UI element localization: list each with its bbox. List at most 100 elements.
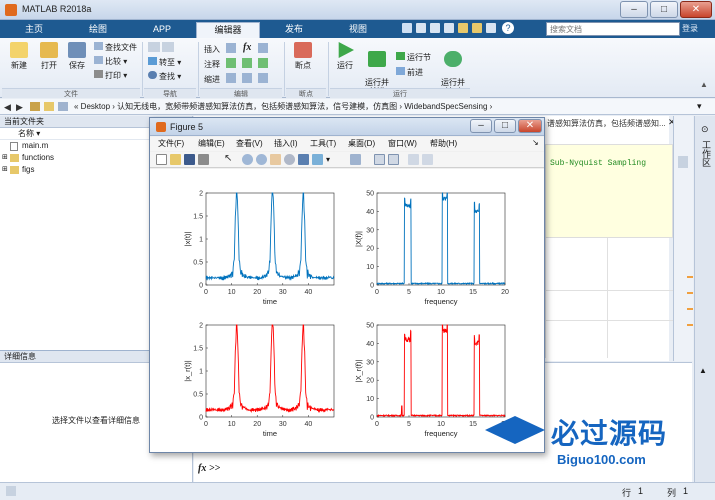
brush-dropdown-icon[interactable]: ▾ bbox=[326, 154, 337, 165]
run-button[interactable]: 运行 bbox=[332, 42, 358, 71]
rotate-3d-icon[interactable] bbox=[284, 154, 295, 165]
code-line: Sub-Nyquist Sampling bbox=[550, 159, 647, 168]
link-plot-icon[interactable] bbox=[350, 154, 361, 165]
menu-window[interactable]: 窗口(W) bbox=[388, 138, 417, 149]
figure-window[interactable]: Figure 5 – □ ✕ 文件(F) 编辑(E) 查看(V) 插入(I) 工… bbox=[149, 117, 545, 453]
run-section-button[interactable]: 运行节 bbox=[396, 52, 431, 63]
menu-view[interactable]: 查看(V) bbox=[236, 138, 263, 149]
copy-icon[interactable] bbox=[430, 23, 440, 33]
back-arrow-icon[interactable]: ◀ bbox=[4, 102, 11, 113]
workspace-tab-label[interactable]: 工作区 bbox=[700, 140, 711, 167]
compare-button[interactable]: 比较 ▾ bbox=[94, 56, 127, 67]
panel-menu-icon[interactable]: ⊙ bbox=[701, 124, 709, 135]
show-plot-tools-icon[interactable] bbox=[422, 154, 433, 165]
open-file-icon[interactable] bbox=[170, 154, 181, 165]
brush-icon[interactable] bbox=[312, 154, 323, 165]
insert-button[interactable]: 插入 bbox=[204, 44, 220, 55]
y-tick-label: 1 bbox=[199, 237, 203, 244]
y-tick-label: 40 bbox=[366, 341, 374, 348]
maximize-button[interactable]: □ bbox=[650, 1, 678, 18]
insert-section-icon[interactable] bbox=[226, 43, 236, 53]
undo-icon[interactable] bbox=[458, 23, 468, 33]
command-prompt[interactable]: fx >> bbox=[198, 463, 220, 474]
open-button[interactable]: 打开 bbox=[36, 42, 62, 71]
insert-colorbar-icon[interactable] bbox=[374, 154, 385, 165]
tab-plots[interactable]: 绘图 bbox=[68, 20, 128, 38]
data-cursor-icon[interactable] bbox=[298, 154, 309, 165]
collapse-ribbon-icon[interactable]: ▲ bbox=[700, 80, 708, 89]
back-nav-icon[interactable] bbox=[148, 42, 160, 52]
zoom-in-icon[interactable] bbox=[242, 154, 253, 165]
cut-icon[interactable] bbox=[416, 23, 426, 33]
find-files-button[interactable]: 查找文件 bbox=[94, 42, 137, 53]
save-icon[interactable] bbox=[402, 23, 412, 33]
new-button[interactable]: 新建 bbox=[6, 42, 32, 71]
find-button[interactable]: 查找 ▾ bbox=[148, 71, 181, 82]
save-button[interactable]: 保存 bbox=[64, 42, 90, 71]
print-figure-icon[interactable] bbox=[198, 154, 209, 165]
decrease-indent-icon[interactable] bbox=[258, 73, 268, 83]
insert-table-icon[interactable] bbox=[258, 43, 268, 53]
goto-button[interactable]: 转至 ▾ bbox=[148, 57, 181, 68]
expand-plus-icon[interactable]: ⊞ bbox=[2, 164, 8, 176]
breakpoints-button[interactable]: 断点 bbox=[290, 42, 316, 71]
new-figure-icon[interactable] bbox=[156, 154, 167, 165]
scrollbar-thumb[interactable] bbox=[678, 156, 688, 168]
forward-arrow-icon[interactable]: ▶ bbox=[16, 102, 23, 113]
help-icon[interactable]: ? bbox=[502, 22, 514, 34]
zoom-out-icon[interactable] bbox=[256, 154, 267, 165]
paste-icon[interactable] bbox=[444, 23, 454, 33]
tab-view[interactable]: 视图 bbox=[328, 20, 388, 38]
current-path[interactable]: « Desktop › 认知无线电，宽频带频谱感知算法仿真，包括频谱感知算法，信… bbox=[74, 101, 492, 112]
comment-percent-icon[interactable] bbox=[226, 58, 236, 68]
folder-icon bbox=[10, 154, 19, 162]
figure-title: Figure 5 bbox=[170, 122, 204, 132]
folder-menu-icon[interactable] bbox=[58, 102, 68, 111]
wrap-comment-icon[interactable] bbox=[258, 58, 268, 68]
menu-tools[interactable]: 工具(T) bbox=[310, 138, 336, 149]
tab-publish[interactable]: 发布 bbox=[264, 20, 324, 38]
smart-indent-icon[interactable] bbox=[226, 73, 236, 83]
code-cell[interactable]: Sub-Nyquist Sampling bbox=[545, 144, 673, 238]
forward-nav-icon[interactable] bbox=[162, 42, 174, 52]
print-button[interactable]: 打印 ▾ bbox=[94, 70, 127, 81]
minimize-button[interactable]: – bbox=[620, 1, 648, 18]
editor-vertical-scrollbar[interactable] bbox=[673, 116, 693, 361]
expand-plus-icon[interactable]: ⊞ bbox=[2, 152, 8, 164]
tab-apps[interactable]: APP bbox=[132, 20, 192, 38]
up-folder-icon[interactable] bbox=[30, 102, 40, 111]
login-link[interactable]: 登录 bbox=[682, 22, 712, 36]
browse-folder-icon[interactable] bbox=[44, 102, 54, 111]
figure-maximize-button[interactable]: □ bbox=[494, 119, 516, 133]
menubar-overflow-icon[interactable]: ↘ bbox=[532, 138, 539, 147]
search-docs-input[interactable]: 搜索文档 bbox=[546, 22, 680, 36]
tab-home[interactable]: 主页 bbox=[4, 20, 64, 38]
hide-plot-tools-icon[interactable] bbox=[408, 154, 419, 165]
menu-help[interactable]: 帮助(H) bbox=[430, 138, 457, 149]
figure-minimize-button[interactable]: – bbox=[470, 119, 492, 133]
increase-indent-icon[interactable] bbox=[242, 73, 252, 83]
switch-windows-icon[interactable] bbox=[486, 23, 496, 33]
advance-button[interactable]: 前进 bbox=[396, 67, 423, 78]
uncomment-icon[interactable] bbox=[242, 58, 252, 68]
menu-insert[interactable]: 插入(I) bbox=[274, 138, 298, 149]
redo-icon[interactable] bbox=[472, 23, 482, 33]
close-button[interactable]: ✕ bbox=[680, 1, 712, 18]
cmd-scroll-up-icon[interactable]: ▲ bbox=[699, 366, 707, 375]
pointer-icon[interactable]: ↖ bbox=[224, 154, 235, 165]
insert-legend-icon[interactable] bbox=[388, 154, 399, 165]
pan-hand-icon[interactable] bbox=[270, 154, 281, 165]
menu-desktop[interactable]: 桌面(D) bbox=[348, 138, 375, 149]
indent-button[interactable]: 缩进 bbox=[204, 74, 220, 85]
figure-title-bar: Figure 5 – □ ✕ bbox=[150, 118, 544, 136]
save-figure-icon[interactable] bbox=[184, 154, 195, 165]
x-tick-label: 15 bbox=[469, 421, 477, 428]
x-axis-label: frequency bbox=[425, 429, 458, 438]
path-dropdown-icon[interactable]: ▾ bbox=[697, 101, 702, 112]
figure-close-button[interactable]: ✕ bbox=[518, 119, 542, 133]
comment-button[interactable]: 注释 bbox=[204, 59, 220, 70]
menu-edit[interactable]: 编辑(E) bbox=[198, 138, 225, 149]
menu-file[interactable]: 文件(F) bbox=[158, 138, 184, 149]
tab-editor[interactable]: 编辑器 bbox=[196, 22, 260, 38]
insert-function-button[interactable]: fx bbox=[243, 42, 251, 53]
